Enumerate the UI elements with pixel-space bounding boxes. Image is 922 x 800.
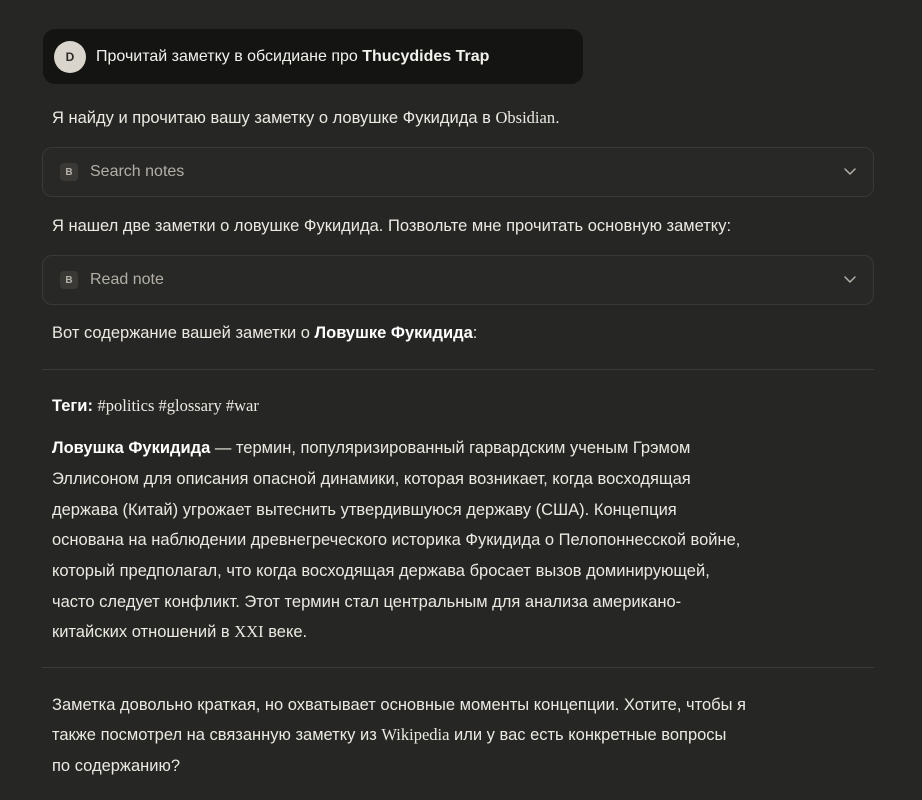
- note-body-line-4: основана на наблюдении древнегреческого …: [52, 531, 741, 549]
- note-line: китайских отношений в: [52, 623, 235, 641]
- note-century: XXI: [234, 622, 264, 641]
- intro-text: Я найду и прочитаю вашу заметку о ловушк…: [52, 109, 496, 127]
- user-message-text-bold: Thucydides Trap: [362, 47, 490, 65]
- closing-line-1: Заметка довольно краткая, но охватывает …: [52, 696, 746, 714]
- user-avatar: D: [54, 40, 86, 73]
- closing-line-2: также посмотрел на связанную заметку из …: [52, 720, 726, 751]
- closing-line-3: по содержанию?: [52, 757, 181, 775]
- note-body-line-3: держава (Китай) угрожает вытеснить утвер…: [52, 501, 677, 519]
- divider: [42, 369, 874, 370]
- user-message-bubble: D Прочитай заметку в обсидиане про Thucy…: [43, 29, 583, 84]
- divider: [42, 667, 874, 668]
- tags-label: Теги:: [52, 397, 93, 415]
- closing-text-end: или у вас есть конкретные вопросы: [449, 726, 727, 744]
- note-body-line-5: который предполагал, что когда восходяща…: [52, 562, 710, 580]
- tool-badge: B: [60, 163, 78, 181]
- tool-label: Read note: [90, 271, 164, 288]
- content-intro-after: :: [472, 324, 478, 342]
- tool-call-search-notes[interactable]: B Search notes: [42, 147, 874, 197]
- note-term: Ловушка Фукидида: [52, 439, 211, 457]
- assistant-found-text: Я нашел две заметки о ловушке Фукидида. …: [52, 217, 732, 235]
- closing-source: Wikipedia: [381, 725, 450, 744]
- note-line-end: веке.: [263, 623, 308, 641]
- note-line: — термин, популяризированный гарвардским…: [210, 439, 691, 457]
- content-intro-text: Вот содержание вашей заметки о Ловушке Ф…: [52, 318, 477, 349]
- note-tags: Теги: #politics #glossary #war: [52, 391, 259, 422]
- tool-badge: B: [60, 271, 78, 289]
- intro-end: .: [555, 109, 560, 127]
- chevron-down-icon[interactable]: [842, 163, 858, 179]
- tool-call-read-note[interactable]: B Read note: [42, 255, 874, 305]
- note-body-line-6: часто следует конфликт. Этот термин стал…: [52, 593, 682, 611]
- chevron-down-icon[interactable]: [842, 271, 858, 287]
- assistant-intro-text: Я найду и прочитаю вашу заметку о ловушк…: [52, 103, 560, 134]
- intro-app-name: Obsidian: [495, 108, 556, 127]
- content-intro-plain: Вот содержание вашей заметки о: [52, 324, 315, 342]
- content-intro-bold: Ловушке Фукидида: [314, 324, 473, 342]
- tags-values: #politics #glossary #war: [97, 396, 259, 415]
- user-message-text-plain: Прочитай заметку в обсидиане про: [96, 47, 363, 65]
- user-message-text: Прочитай заметку в обсидиане про Thucydi…: [96, 48, 489, 66]
- note-body-line-7: китайских отношений в XXI веке.: [52, 617, 307, 648]
- closing-text: также посмотрел на связанную заметку из: [52, 726, 382, 744]
- note-body-line-2: Эллисоном для описания опасной динамики,…: [52, 470, 691, 488]
- note-body-line-1: Ловушка Фукидида — термин, популяризиров…: [52, 433, 690, 464]
- tool-label: Search notes: [90, 163, 185, 180]
